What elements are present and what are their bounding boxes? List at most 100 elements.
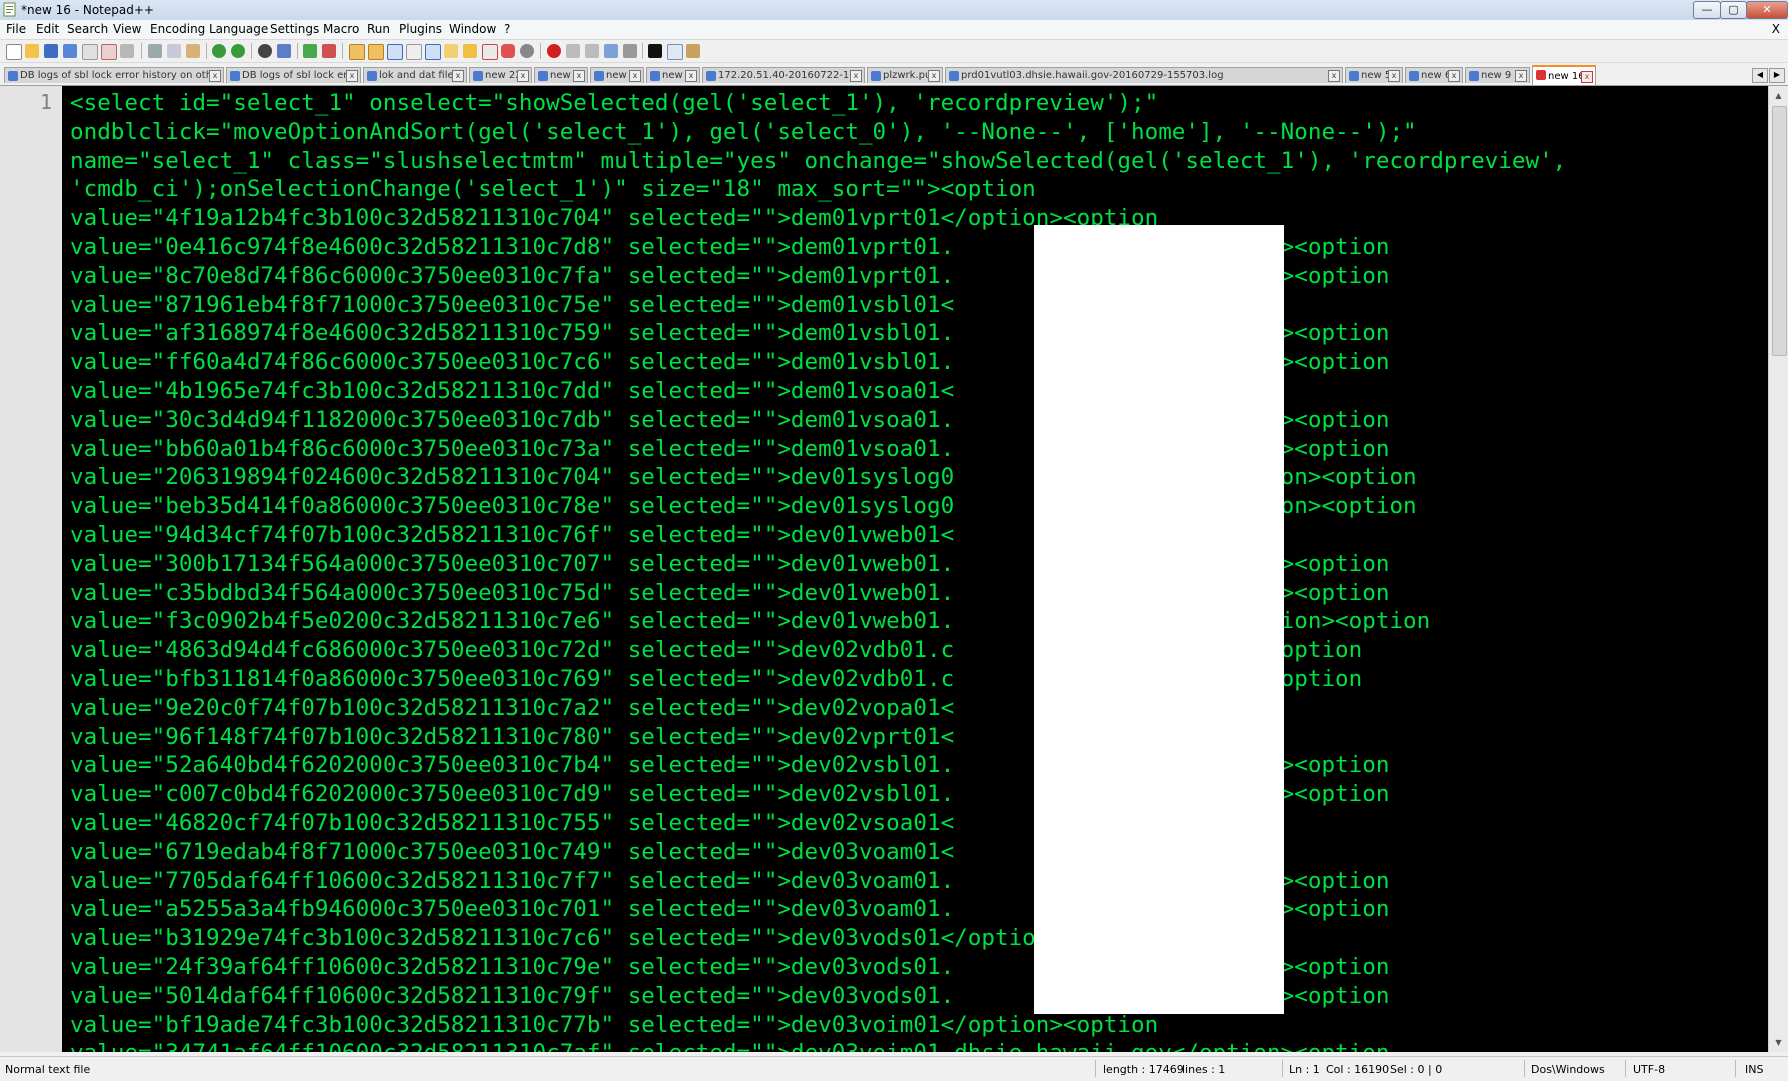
tab-close-icon[interactable]: x	[850, 70, 862, 82]
window-title: *new 16 - Notepad++	[21, 3, 154, 17]
user-language-icon[interactable]	[444, 44, 458, 58]
status-eol-format[interactable]: Dos\Windows	[1531, 1063, 1605, 1076]
toolbar-separator	[342, 43, 343, 59]
scroll-thumb[interactable]	[1772, 106, 1787, 356]
console-icon[interactable]	[648, 44, 662, 58]
scroll-down-icon[interactable]: ▼	[1771, 1035, 1786, 1050]
print-icon[interactable]	[120, 44, 134, 58]
menu-macro[interactable]: Macro	[323, 22, 359, 36]
cut-icon[interactable]	[148, 44, 162, 58]
plugin-icon[interactable]	[686, 44, 700, 58]
zoom-out-icon[interactable]	[322, 44, 336, 58]
menu-window[interactable]: Window	[449, 22, 496, 36]
tab-new-5[interactable]: new 5x	[1345, 67, 1403, 83]
menu-settings[interactable]: Settings	[270, 22, 319, 36]
close-icon[interactable]	[82, 44, 98, 60]
copy-icon[interactable]	[167, 44, 181, 58]
menu-search[interactable]: Search	[67, 22, 108, 36]
tab-new-16[interactable]: new 16 x	[1532, 65, 1596, 85]
code-line: value="a5255a3a4fb946000c3750ee0310c701"…	[70, 896, 1390, 923]
tab-log-172[interactable]: 172.20.51.40-20160722-103745.logx	[702, 67, 865, 83]
sync-vertical-icon[interactable]	[349, 44, 365, 60]
tab-close-icon[interactable]: x	[1388, 70, 1400, 82]
tab-db-logs[interactable]: DB logs of sbl lock error.txtx	[226, 67, 361, 83]
tab-close-icon[interactable]: x	[452, 70, 464, 82]
menu-run[interactable]: Run	[367, 22, 390, 36]
sync-horizontal-icon[interactable]	[368, 44, 384, 60]
scroll-up-icon[interactable]: ▲	[1771, 88, 1786, 103]
tab-plzwrk-pub[interactable]: plzwrk.pubx	[867, 67, 943, 83]
folder-workspace-icon[interactable]	[501, 44, 515, 58]
vertical-scrollbar[interactable]: ▲ ▼	[1768, 86, 1788, 1052]
tab-new-1[interactable]: new 1x	[534, 67, 588, 83]
tab-close-icon[interactable]: x	[629, 70, 641, 82]
tab-close-icon[interactable]: x	[346, 70, 358, 82]
save-icon[interactable]	[44, 44, 58, 58]
status-ln: Ln : 1	[1289, 1063, 1320, 1076]
code-line: value="bf19ade74fc3b100c32d58211310c77b"…	[70, 1011, 1159, 1038]
status-insert-mode[interactable]: INS	[1745, 1063, 1763, 1076]
tab-lok-dat-files[interactable]: lok and dat files.txtx	[363, 67, 467, 83]
tab-new-22[interactable]: new 22x	[469, 67, 532, 83]
save-macro-icon[interactable]	[623, 44, 637, 58]
status-encoding[interactable]: UTF-8	[1633, 1063, 1665, 1076]
menu-language[interactable]: Language	[209, 22, 268, 36]
menu-plugins[interactable]: Plugins	[399, 22, 442, 36]
open-file-icon[interactable]	[25, 44, 39, 58]
code-line: value="c007c0bd4f6202000c3750ee0310c7d9"…	[70, 781, 1390, 808]
tab-prd01vutl03-log[interactable]: prd01vutl03.dhsie.hawaii.gov-20160729-15…	[945, 67, 1343, 83]
tab-close-icon[interactable]: x	[928, 70, 940, 82]
menu-encoding[interactable]: Encoding	[150, 22, 205, 36]
tab-new-9[interactable]: new 9x	[1465, 67, 1530, 83]
tab-scroll-left-icon[interactable]: ◀	[1752, 68, 1768, 83]
menu-file[interactable]: File	[6, 22, 26, 36]
redo-icon[interactable]	[231, 44, 245, 58]
monitoring-icon[interactable]	[520, 44, 534, 58]
status-length: length : 17469	[1103, 1063, 1184, 1076]
code-line: value="52a640bd4f6202000c3750ee0310c7b4"…	[70, 752, 1390, 779]
tab-close-icon[interactable]: x	[685, 70, 697, 82]
new-file-icon[interactable]	[6, 44, 22, 60]
tab-new-6[interactable]: new 6x	[1405, 67, 1463, 83]
minimize-button[interactable]: —	[1693, 1, 1721, 19]
run-macro-multiple-icon[interactable]	[604, 44, 618, 58]
zoom-in-icon[interactable]	[303, 44, 317, 58]
code-line: value="b31929e74fc3b100c32d58211310c7c6"…	[70, 925, 1159, 952]
tab-new-4[interactable]: new 4x	[646, 67, 700, 83]
save-all-icon[interactable]	[63, 44, 77, 58]
tab-new-2[interactable]: new 2x	[590, 67, 644, 83]
tab-db-logs-history[interactable]: DB logs of sbl lock error history on oth…	[4, 67, 224, 83]
menu-help[interactable]: ?	[504, 22, 510, 36]
menu-view[interactable]: View	[113, 22, 141, 36]
tab-close-icon[interactable]: x	[1515, 70, 1527, 82]
tab-close-icon[interactable]: x	[1581, 71, 1593, 83]
doc-map-icon[interactable]	[463, 44, 477, 58]
tab-close-icon[interactable]: x	[1328, 70, 1340, 82]
code-content[interactable]: <select id="select_1" onselect="showSele…	[70, 89, 1768, 1052]
tab-close-icon[interactable]: x	[1448, 70, 1460, 82]
saved-file-icon	[650, 71, 660, 81]
tab-close-icon[interactable]: x	[517, 70, 529, 82]
maximize-button[interactable]: ▢	[1720, 1, 1747, 19]
close-button[interactable]: ✕	[1746, 1, 1788, 19]
close-all-icon[interactable]	[101, 44, 117, 60]
close-document-x[interactable]: X	[1772, 22, 1780, 36]
play-macro-icon[interactable]	[585, 44, 599, 58]
undo-icon[interactable]	[212, 44, 226, 58]
tab-close-icon[interactable]: x	[209, 70, 221, 82]
menu-edit[interactable]: Edit	[36, 22, 59, 36]
window-icon[interactable]	[667, 44, 683, 60]
paste-icon[interactable]	[186, 44, 200, 58]
tab-close-icon[interactable]: x	[573, 70, 585, 82]
stop-macro-icon[interactable]	[566, 44, 580, 58]
word-wrap-icon[interactable]	[387, 44, 403, 60]
find-icon[interactable]	[258, 44, 272, 58]
tab-scroll-right-icon[interactable]: ▶	[1769, 68, 1785, 83]
record-macro-icon[interactable]	[547, 44, 561, 58]
code-line: value="6719edab4f8f71000c3750ee0310c749"…	[70, 838, 955, 865]
function-list-icon[interactable]	[482, 44, 498, 60]
replace-icon[interactable]	[277, 44, 291, 58]
text-editor[interactable]: 1 <select id="select_1" onselect="showSe…	[0, 86, 1768, 1052]
show-all-chars-icon[interactable]	[406, 44, 422, 60]
indent-guide-icon[interactable]	[425, 44, 441, 60]
